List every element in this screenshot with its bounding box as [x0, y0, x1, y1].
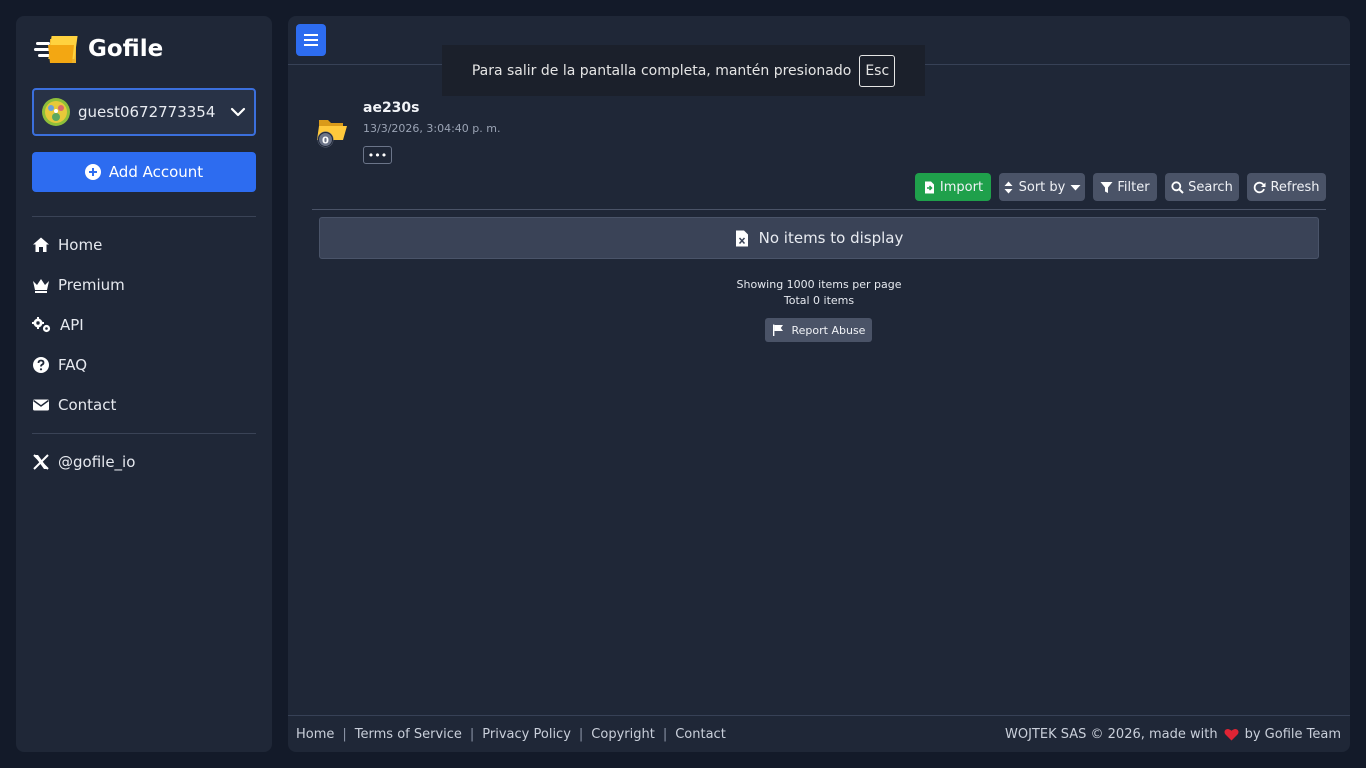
search-button[interactable]: Search	[1165, 173, 1239, 201]
refresh-label: Refresh	[1270, 179, 1320, 195]
envelope-icon	[33, 399, 49, 411]
main-panel: Para salir de la pantalla completa, mant…	[288, 16, 1350, 752]
footer-link-copyright[interactable]: Copyright	[591, 727, 655, 742]
items-per-page-count: 1000	[786, 278, 815, 291]
gofile-logo-icon	[34, 33, 80, 65]
avatar	[42, 98, 70, 126]
sort-icon	[1004, 181, 1013, 193]
footer-link-privacy[interactable]: Privacy Policy	[482, 727, 571, 742]
refresh-button[interactable]: Refresh	[1247, 173, 1326, 201]
sidebar-item-label: FAQ	[58, 356, 88, 374]
folder-options-button[interactable]: •••	[363, 146, 392, 164]
footer-separator: |	[662, 727, 668, 742]
esc-key-hint: Esc	[859, 54, 896, 87]
content-divider	[312, 209, 1326, 210]
toast-message: Para salir de la pantalla completa, mant…	[471, 62, 852, 79]
footer-separator: |	[578, 727, 584, 742]
account-username: guest0672773354	[78, 103, 216, 121]
sidebar-item-label: @gofile_io	[58, 453, 136, 471]
gears-icon	[32, 317, 51, 333]
copyright-prefix: WOJTEK SAS © 2026, made with	[1005, 727, 1218, 742]
flag-icon	[772, 324, 783, 336]
sort-label: Sort by	[1018, 179, 1066, 195]
total-suffix: items	[820, 294, 855, 307]
account-selector[interactable]: guest0672773354	[32, 88, 256, 136]
sidebar-item-label: Contact	[58, 396, 117, 414]
empty-message: No items to display	[758, 229, 904, 247]
sidebar-item-api[interactable]: API	[32, 313, 84, 337]
empty-state: No items to display	[319, 217, 1319, 259]
showing-suffix: items per page	[814, 278, 902, 291]
refresh-icon	[1254, 181, 1266, 193]
sidebar-item-home[interactable]: Home	[32, 233, 102, 257]
report-abuse-label: Report Abuse	[791, 323, 866, 337]
sort-by-button[interactable]: Sort by	[999, 173, 1085, 201]
sidebar-item-social-x[interactable]: @gofile_io	[32, 450, 135, 474]
question-circle-icon	[33, 357, 49, 373]
import-button[interactable]: Import	[915, 173, 991, 201]
search-icon	[1171, 180, 1184, 194]
caret-down-icon	[1070, 184, 1081, 190]
plus-circle-icon	[84, 164, 101, 180]
sidebar-item-faq[interactable]: FAQ	[32, 353, 87, 377]
sidebar-item-label: API	[60, 316, 84, 334]
footer-separator: |	[469, 727, 475, 742]
sidebar-divider	[32, 216, 256, 217]
chevron-down-icon	[230, 104, 246, 120]
total-prefix: Total	[783, 294, 814, 307]
hamburger-icon	[304, 34, 318, 46]
sidebar-item-premium[interactable]: Premium	[32, 273, 125, 297]
import-label: Import	[939, 179, 984, 195]
brand[interactable]: Gofile	[34, 32, 163, 66]
add-account-label: Add Account	[108, 163, 204, 181]
footer: Home | Terms of Service | Privacy Policy | …	[288, 715, 1350, 752]
total-items-count: 0	[813, 294, 821, 307]
folder-title: ae230s	[363, 100, 420, 116]
filter-button[interactable]: Filter	[1093, 173, 1157, 201]
file-import-icon	[924, 181, 934, 193]
items-per-page-text: Showing 1000 items per page	[288, 278, 1350, 291]
home-icon	[33, 237, 49, 252]
sidebar-divider	[32, 433, 256, 434]
sidebar-item-contact[interactable]: Contact	[32, 393, 116, 417]
sidebar: Gofile guest0672773354 Add Account Home	[16, 16, 272, 752]
footer-separator: |	[342, 727, 347, 742]
showing-prefix: Showing	[736, 278, 787, 291]
heart-icon	[1224, 728, 1239, 741]
footer-links: Home | Terms of Service | Privacy Policy | …	[296, 727, 726, 742]
folder-icon: 0	[316, 112, 350, 152]
total-items-text: Total 0 items	[288, 294, 1350, 307]
report-abuse-button[interactable]: Report Abuse	[765, 318, 872, 342]
copyright-suffix: by Gofile Team	[1244, 727, 1341, 742]
add-account-button[interactable]: Add Account	[32, 152, 256, 192]
footer-link-terms[interactable]: Terms of Service	[355, 727, 462, 742]
menu-toggle-button[interactable]	[296, 24, 326, 56]
x-logo-icon	[33, 454, 49, 470]
filter-icon	[1100, 181, 1113, 193]
folder-item-count-badge: 0	[322, 136, 329, 147]
filter-label: Filter	[1117, 179, 1150, 195]
brand-name: Gofile	[88, 36, 164, 62]
folder-date: 13/3/2026, 3:04:40 p. m.	[363, 122, 501, 135]
crown-icon	[33, 279, 49, 293]
footer-copyright: WOJTEK SAS © 2026, made with by Gofile T…	[1005, 727, 1341, 742]
footer-link-contact[interactable]: Contact	[675, 727, 726, 742]
footer-link-home[interactable]: Home	[296, 727, 334, 742]
search-label: Search	[1188, 179, 1233, 195]
fullscreen-toast: Para salir de la pantalla completa, mant…	[442, 45, 925, 96]
sidebar-item-label: Home	[58, 236, 103, 254]
file-excel-icon	[735, 230, 748, 246]
sidebar-item-label: Premium	[58, 276, 125, 294]
